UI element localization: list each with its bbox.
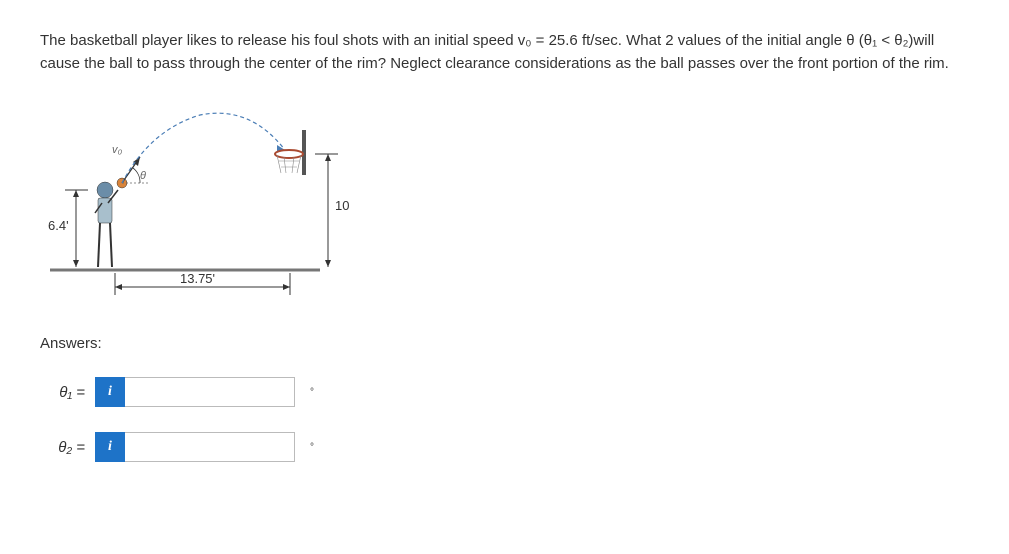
horizontal-distance-label: 13.75' [180,271,215,286]
theta-label: θ [140,170,146,182]
theta1-label: θ₁ = [40,384,95,401]
theta2-unit: ° [310,442,314,453]
theta1-row: θ₁ = i ° [40,377,969,407]
theta1-unit: ° [310,387,314,398]
theta2-label: θ₂ = [40,439,95,456]
answers-title: Answers: [40,335,969,352]
theta1-input[interactable] [125,377,295,407]
problem-diagram: 6.4' v₀ θ 10' 13.75' [40,95,350,305]
info-button-theta2[interactable]: i [95,432,125,462]
info-button-theta1[interactable]: i [95,377,125,407]
rim-height-label: 10' [335,198,350,213]
problem-statement: The basketball player likes to release h… [40,30,969,75]
v0-label: v₀ [112,144,123,156]
theta2-input[interactable] [125,432,295,462]
release-height-label: 6.4' [48,218,69,233]
theta2-row: θ₂ = i ° [40,432,969,462]
answers-section: Answers: θ₁ = i ° θ₂ = i ° [40,335,969,462]
